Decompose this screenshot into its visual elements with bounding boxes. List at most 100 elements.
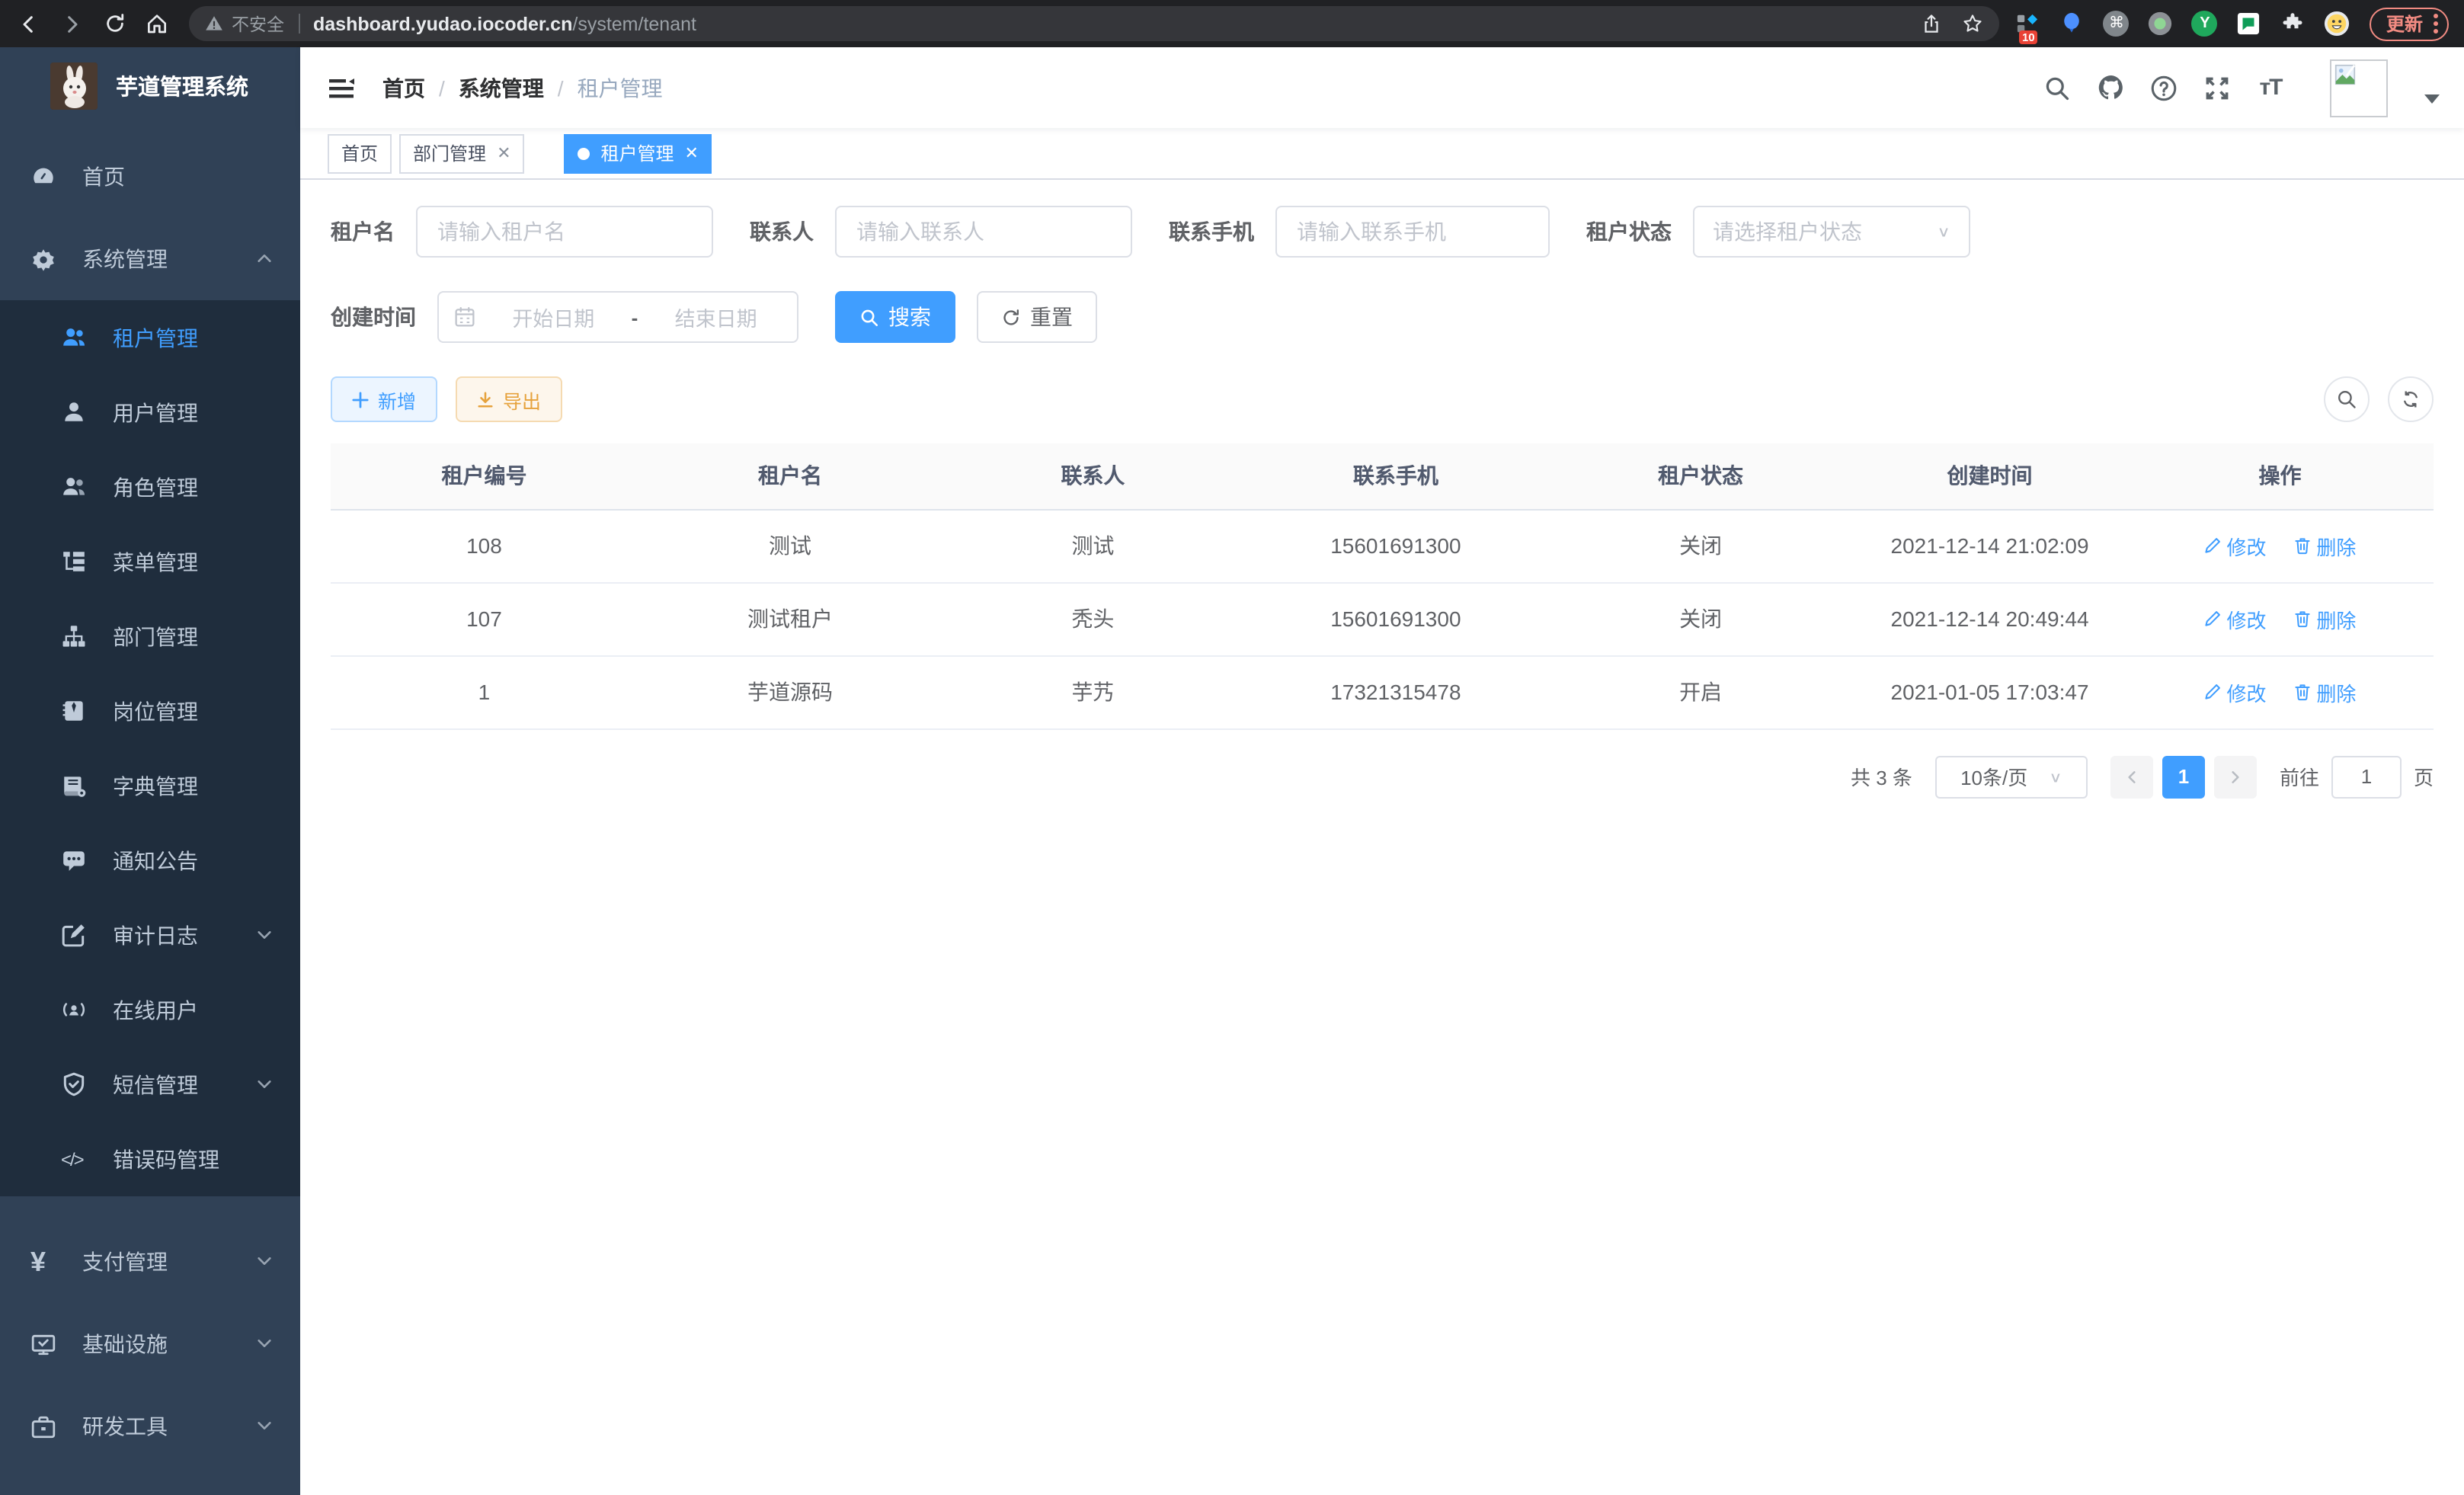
sidebar-item-notice[interactable]: 通知公告 bbox=[0, 823, 300, 898]
security-warning[interactable]: 不安全 bbox=[204, 11, 284, 36]
sidebar-item-label: 角色管理 bbox=[113, 472, 198, 502]
browser-forward-button[interactable] bbox=[52, 4, 91, 43]
column-header-status: 租户状态 bbox=[1548, 443, 1853, 509]
bookmark-star-icon[interactable] bbox=[1961, 12, 1984, 35]
avatar-dropdown-caret[interactable] bbox=[2424, 94, 2440, 103]
screen: 不安全 dashboard.yudao.iocoder.cn/system/te… bbox=[0, 0, 2464, 1495]
tab-dept[interactable]: 部门管理 ✕ bbox=[399, 133, 524, 173]
edit-link[interactable]: 修改 bbox=[2204, 677, 2267, 706]
sidebar-item-infra[interactable]: 基础设施 bbox=[0, 1303, 300, 1385]
app-header: 首页 / 系统管理 / 租户管理 тT bbox=[300, 47, 2464, 128]
tenant-users-icon bbox=[61, 325, 98, 351]
tags-view-bar: 首页 部门管理 ✕ 租户管理 ✕ bbox=[300, 128, 2464, 180]
export-button-label: 导出 bbox=[503, 385, 541, 414]
browser-menu-icon[interactable] bbox=[2434, 14, 2438, 34]
column-header-created: 创建时间 bbox=[1853, 443, 2126, 509]
tab-close-icon[interactable]: ✕ bbox=[497, 143, 510, 163]
org-chart-icon bbox=[61, 623, 98, 649]
address-bar[interactable]: 不安全 dashboard.yudao.iocoder.cn/system/te… bbox=[189, 6, 1999, 41]
download-icon bbox=[477, 391, 494, 408]
extensions-puzzle-icon[interactable] bbox=[2280, 10, 2307, 37]
breadcrumb-home[interactable]: 首页 bbox=[382, 72, 425, 103]
browser-reload-button[interactable] bbox=[94, 4, 134, 43]
extension-balloon-icon[interactable] bbox=[2059, 10, 2086, 37]
sidebar-item-dept[interactable]: 部门管理 bbox=[0, 599, 300, 674]
prev-page-button[interactable] bbox=[2110, 755, 2153, 798]
sidebar-item-audit-log[interactable]: 审计日志 bbox=[0, 898, 300, 972]
sidebar-item-dict[interactable]: 字典管理 bbox=[0, 748, 300, 823]
sidebar-item-home[interactable]: 首页 bbox=[0, 136, 300, 218]
sidebar-item-label: 部门管理 bbox=[113, 621, 198, 651]
sidebar-item-error-code[interactable]: </> 错误码管理 bbox=[0, 1122, 300, 1196]
app-title: 芋道管理系统 bbox=[116, 69, 248, 101]
goto-page-input[interactable] bbox=[2331, 755, 2402, 798]
sidebar-item-label: 在线用户 bbox=[113, 994, 198, 1025]
add-button[interactable]: 新增 bbox=[331, 376, 437, 422]
extension-status-icon[interactable] bbox=[2147, 10, 2174, 37]
contact-input[interactable] bbox=[835, 206, 1132, 258]
tenant-name-input[interactable] bbox=[416, 206, 713, 258]
font-size-button[interactable]: тT bbox=[2255, 72, 2286, 103]
sidebar-item-pay[interactable]: ¥ 支付管理 bbox=[0, 1221, 300, 1303]
share-icon[interactable] bbox=[1920, 12, 1943, 35]
browser-update-button[interactable]: 更新 bbox=[2370, 7, 2449, 40]
sidebar-item-post[interactable]: 岗位管理 bbox=[0, 674, 300, 748]
refresh-icon bbox=[1001, 307, 1021, 327]
mobile-input[interactable] bbox=[1275, 206, 1550, 258]
fullscreen-button[interactable] bbox=[2202, 72, 2232, 103]
date-range-picker[interactable]: 开始日期 - 结束日期 bbox=[437, 291, 798, 343]
refresh-table-button[interactable] bbox=[2388, 376, 2434, 422]
tab-home[interactable]: 首页 bbox=[328, 133, 392, 173]
edit-link[interactable]: 修改 bbox=[2204, 604, 2267, 633]
sidebar-logo[interactable]: 芋道管理系统 bbox=[0, 47, 300, 123]
breadcrumb-system[interactable]: 系统管理 bbox=[459, 72, 544, 103]
header-search-button[interactable] bbox=[2042, 72, 2072, 103]
next-page-button[interactable] bbox=[2214, 755, 2257, 798]
sidebar-item-devtools[interactable]: 研发工具 bbox=[0, 1385, 300, 1468]
delete-link-label: 删除 bbox=[2316, 604, 2356, 633]
avatar[interactable] bbox=[2330, 59, 2388, 117]
delete-link[interactable]: 删除 bbox=[2293, 531, 2356, 560]
sidebar-collapse-button[interactable] bbox=[325, 71, 358, 104]
sidebar-item-menu[interactable]: 菜单管理 bbox=[0, 524, 300, 599]
sidebar-item-sms[interactable]: 短信管理 bbox=[0, 1047, 300, 1122]
search-button[interactable]: 搜索 bbox=[835, 291, 955, 343]
sidebar-submenu-system: 租户管理 用户管理 角色管理 菜单管理 bbox=[0, 300, 300, 1196]
toggle-search-button[interactable] bbox=[2324, 376, 2370, 422]
online-user-icon bbox=[61, 997, 98, 1023]
page-size-select[interactable]: 10条/页 ∨ bbox=[1935, 755, 2088, 798]
pagination: 共 3 条 10条/页 ∨ 1 前往 页 bbox=[331, 755, 2434, 798]
browser-back-button[interactable] bbox=[9, 4, 49, 43]
browser-home-button[interactable] bbox=[137, 4, 177, 43]
page-number-1[interactable]: 1 bbox=[2162, 755, 2205, 798]
table-row: 107 测试租户 秃头 15601691300 关闭 2021-12-14 20… bbox=[331, 582, 2434, 655]
extension-grid-icon[interactable]: 10 bbox=[2014, 10, 2042, 37]
profile-emoji-icon[interactable] bbox=[2324, 10, 2351, 37]
tab-close-icon[interactable]: ✕ bbox=[685, 143, 699, 163]
infra-monitor-icon bbox=[30, 1331, 67, 1357]
reset-button[interactable]: 重置 bbox=[977, 291, 1097, 343]
y-circle-icon: Y bbox=[2192, 11, 2218, 37]
tab-tenant[interactable]: 租户管理 ✕ bbox=[565, 133, 712, 173]
calendar-icon bbox=[454, 306, 475, 328]
cell-mobile: 15601691300 bbox=[1243, 582, 1548, 655]
help-button[interactable] bbox=[2149, 72, 2179, 103]
github-button[interactable] bbox=[2095, 72, 2126, 103]
delete-link[interactable]: 删除 bbox=[2293, 604, 2356, 633]
url-text[interactable]: dashboard.yudao.iocoder.cn/system/tenant bbox=[313, 13, 1920, 34]
sidebar-item-system[interactable]: 系统管理 bbox=[0, 218, 300, 300]
search-icon bbox=[859, 307, 879, 327]
sidebar-item-tenant[interactable]: 租户管理 bbox=[0, 300, 300, 375]
extension-y-icon[interactable]: Y bbox=[2191, 10, 2219, 37]
extension-command-icon[interactable]: ⌘ bbox=[2103, 10, 2130, 37]
sidebar-item-online-user[interactable]: 在线用户 bbox=[0, 972, 300, 1047]
delete-link[interactable]: 删除 bbox=[2293, 677, 2356, 706]
status-select[interactable]: 请选择租户状态 ∨ bbox=[1693, 206, 1970, 258]
sidebar-item-user[interactable]: 用户管理 bbox=[0, 375, 300, 450]
extension-chat-icon[interactable] bbox=[2235, 10, 2263, 37]
export-button[interactable]: 导出 bbox=[456, 376, 562, 422]
edit-link[interactable]: 修改 bbox=[2204, 531, 2267, 560]
sidebar-item-role[interactable]: 角色管理 bbox=[0, 450, 300, 524]
end-date-placeholder: 结束日期 bbox=[650, 302, 782, 332]
goto-label: 前往 bbox=[2280, 762, 2319, 791]
